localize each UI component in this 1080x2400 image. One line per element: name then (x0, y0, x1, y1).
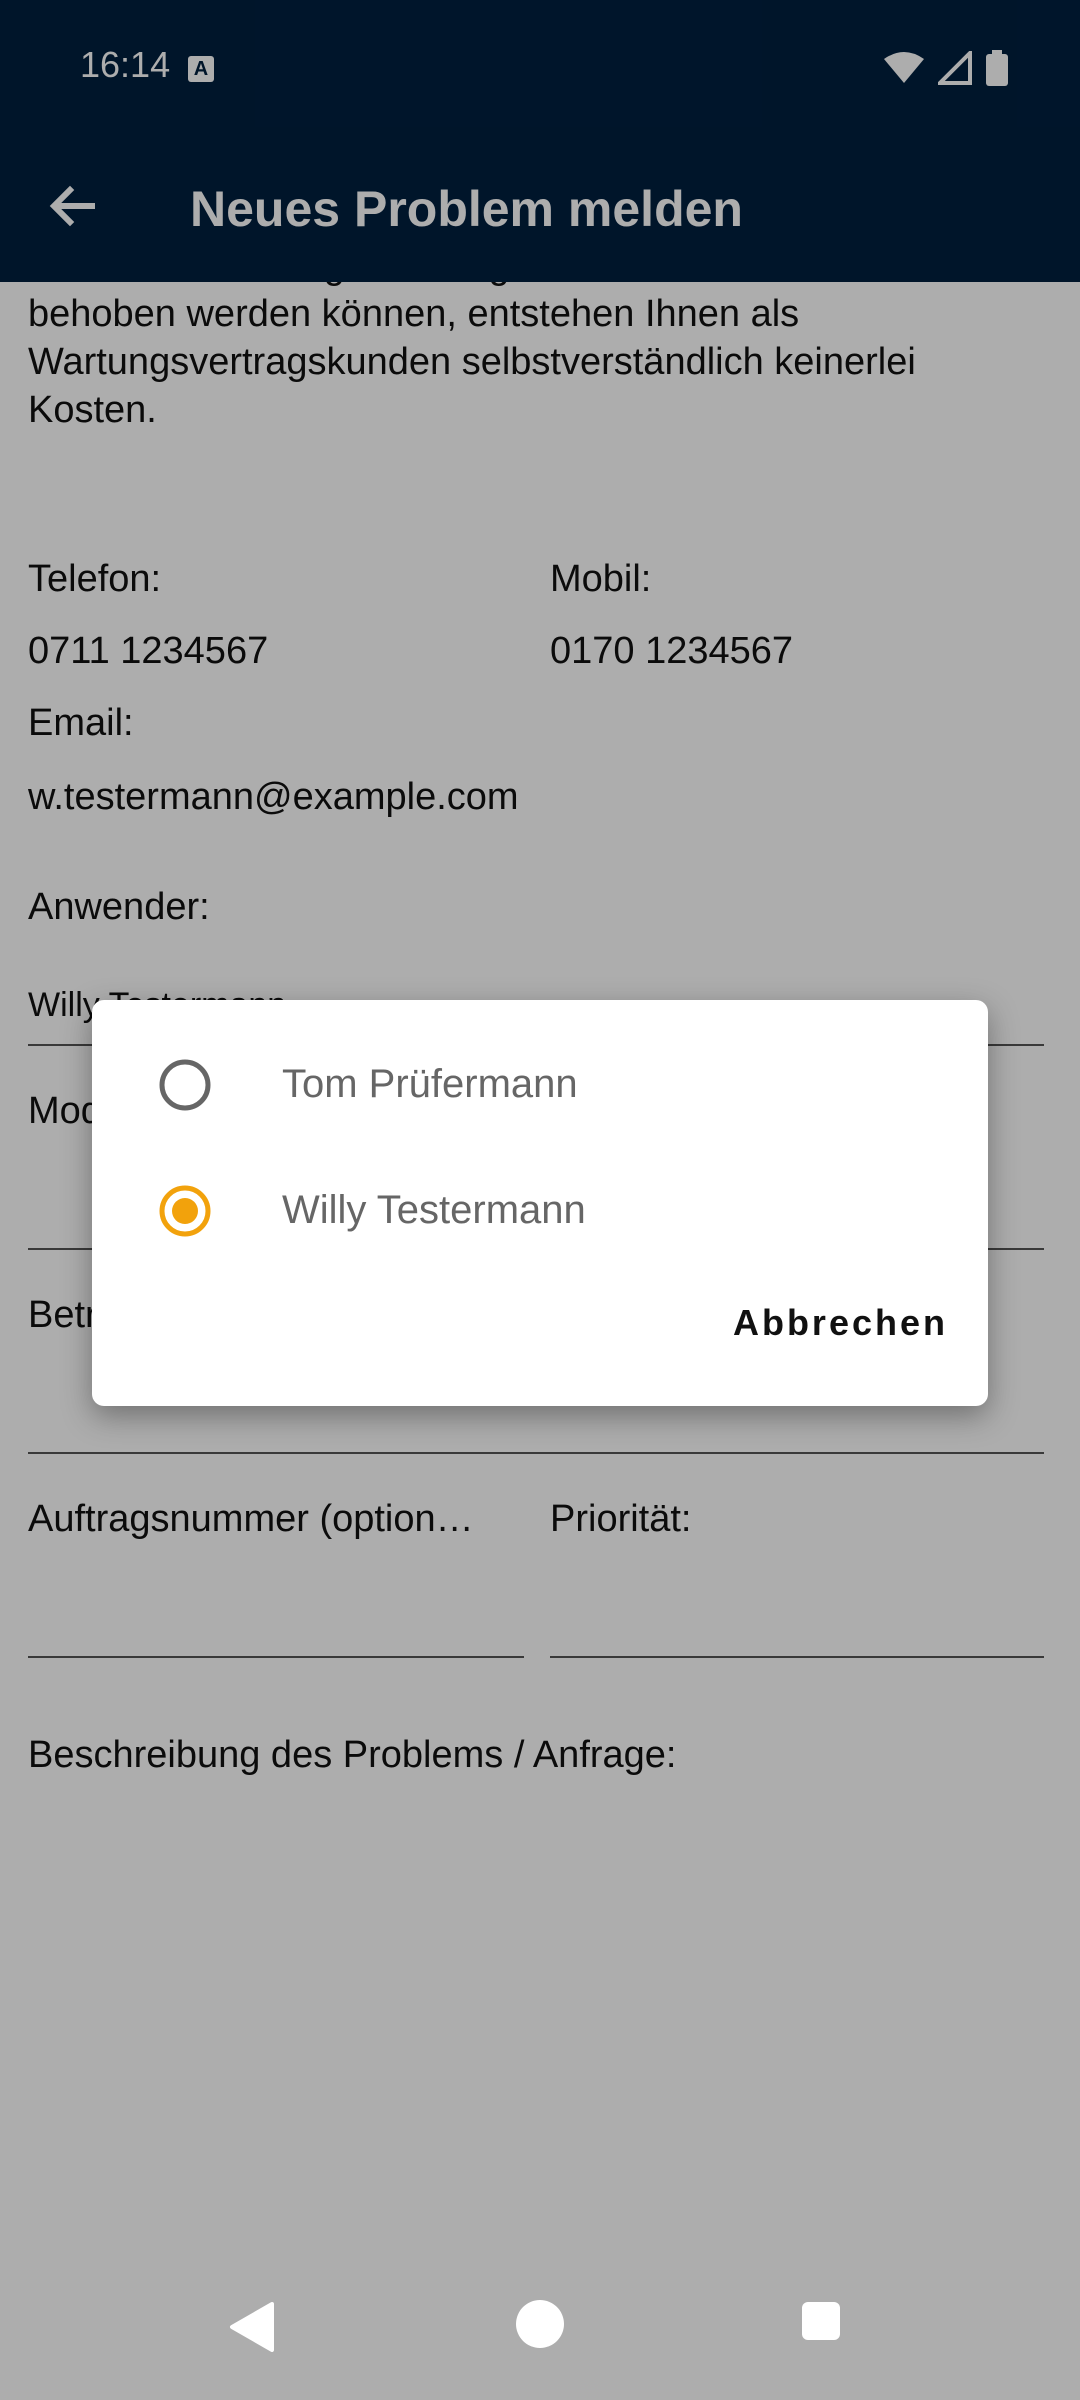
nav-home-icon[interactable] (516, 2300, 564, 2348)
nav-back-icon[interactable] (228, 2302, 274, 2352)
radio-checked-icon[interactable] (158, 1184, 212, 1238)
option-tom-pruefermann[interactable]: Tom Prüfermann (92, 1030, 988, 1140)
option-willy-testermann[interactable]: Willy Testermann (92, 1156, 988, 1266)
nav-recents-icon[interactable] (802, 2302, 840, 2340)
radio-unchecked-icon[interactable] (158, 1058, 212, 1112)
option-label: Willy Testermann (282, 1188, 586, 1232)
option-label: Tom Prüfermann (282, 1062, 578, 1106)
system-nav-bar (0, 2260, 1080, 2400)
cancel-button[interactable]: Abbrechen (733, 1302, 948, 1344)
user-select-dialog: Tom Prüfermann Willy Testermann Abbreche… (92, 1000, 988, 1406)
